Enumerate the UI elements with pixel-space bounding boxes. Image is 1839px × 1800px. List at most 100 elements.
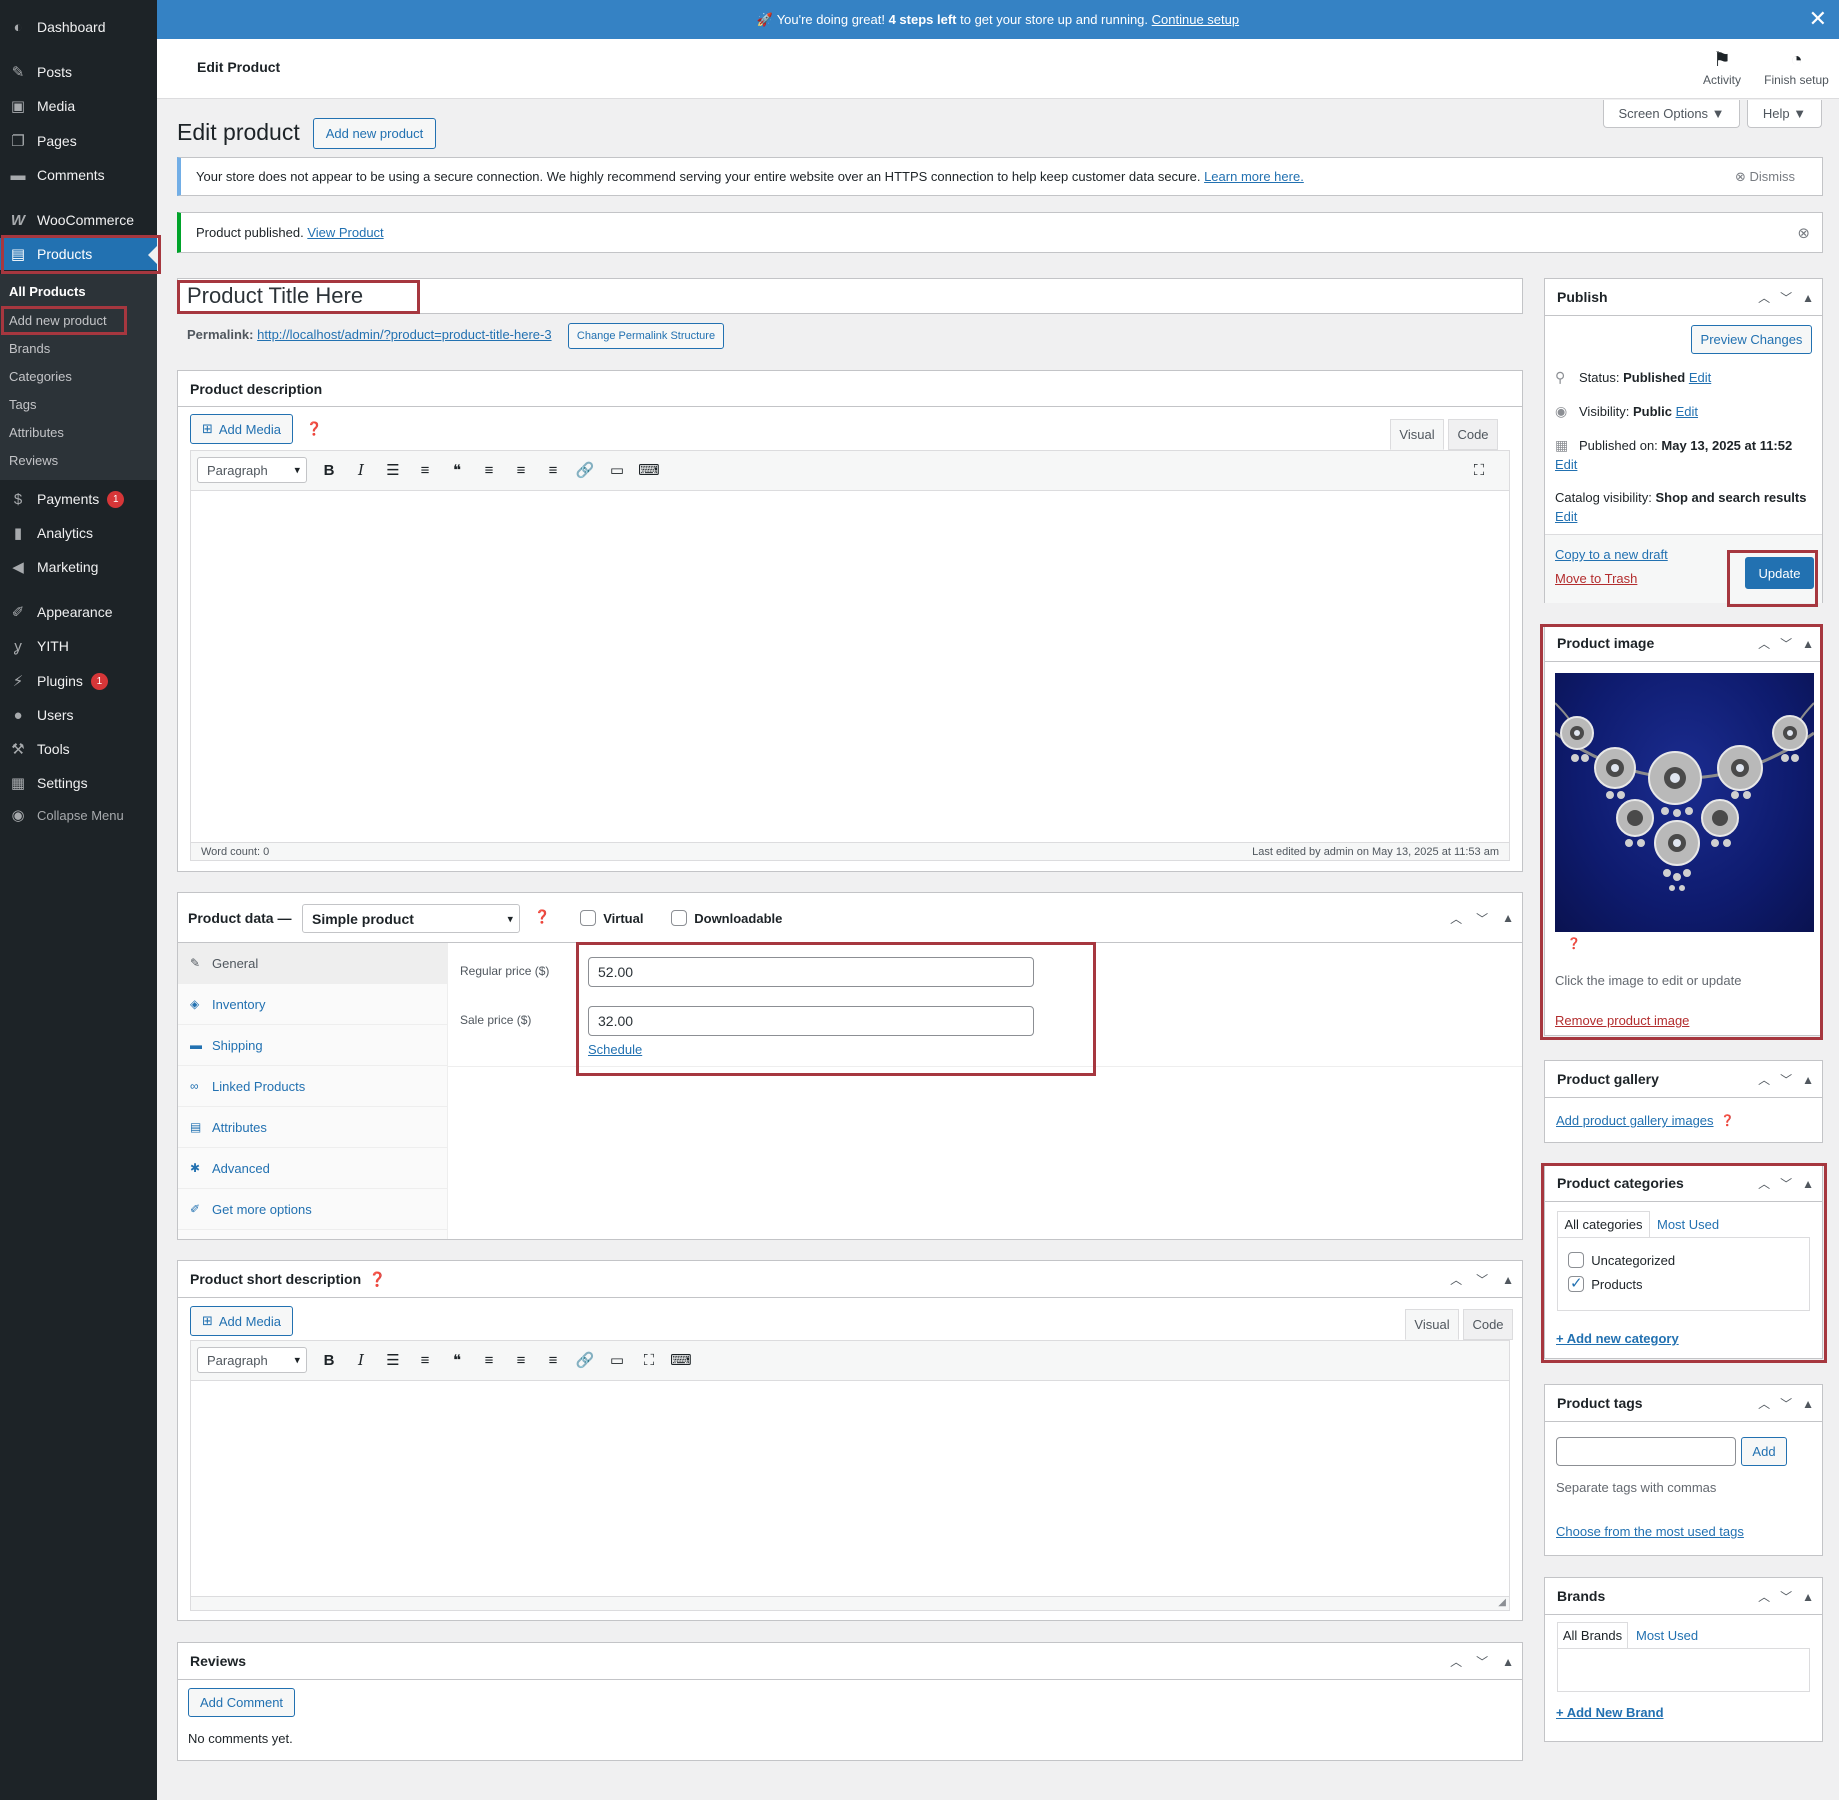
move-up-icon[interactable]: ︿ xyxy=(1758,635,1770,652)
toggle-icon[interactable]: ▲ xyxy=(1802,1177,1814,1191)
edit-status-link[interactable]: Edit xyxy=(1689,370,1711,385)
submenu-brands[interactable]: Brands xyxy=(9,341,50,356)
virtual-check[interactable] xyxy=(580,910,596,926)
menu-yith[interactable]: ỿ YITH xyxy=(0,630,157,662)
choose-tags-link[interactable]: Choose from the most used tags xyxy=(1556,1524,1744,1539)
regular-price-input[interactable]: 52.00 xyxy=(588,957,1034,987)
tab-get-more-options[interactable]: ✐ Get more options xyxy=(178,1189,447,1230)
menu-payments[interactable]: $ Payments 1 xyxy=(0,483,157,515)
bullet-list-icon[interactable]: ☰ xyxy=(377,1346,409,1374)
downloadable-checkbox[interactable]: Downloadable xyxy=(671,910,782,926)
fullscreen-icon[interactable]: ⛶ xyxy=(1463,456,1495,484)
blockquote-icon[interactable]: ❝ xyxy=(441,1346,473,1374)
view-product-link[interactable]: View Product xyxy=(307,225,383,240)
toolbar-toggle-icon[interactable]: ⌨ xyxy=(665,1346,697,1374)
bold-icon[interactable]: B xyxy=(313,1346,345,1374)
screen-options-button[interactable]: Screen Options ▼ xyxy=(1603,100,1740,128)
category-uncategorized[interactable]: Uncategorized xyxy=(1568,1252,1675,1268)
gallery-help-icon[interactable]: ❓ xyxy=(1721,1114,1735,1127)
toolbar-toggle-icon[interactable]: ⌨ xyxy=(633,456,665,484)
toggle-icon[interactable]: ▲ xyxy=(1802,1073,1814,1087)
product-title-input[interactable]: Product Title Here xyxy=(177,278,1523,314)
add-media-button[interactable]: ⊞ Add Media xyxy=(190,414,293,444)
tab-all-categories[interactable]: All categories xyxy=(1557,1211,1650,1238)
toggle-icon[interactable]: ▲ xyxy=(1502,1655,1514,1669)
read-more-icon[interactable]: ▭ xyxy=(601,456,633,484)
link-icon[interactable]: 🔗 xyxy=(569,456,601,484)
submenu-add-new-product[interactable]: Add new product xyxy=(9,313,107,328)
menu-plugins[interactable]: ⚡ Plugins 1 xyxy=(0,665,157,697)
short-code-tab[interactable]: Code xyxy=(1463,1309,1513,1340)
italic-icon[interactable]: I xyxy=(345,1346,377,1374)
move-down-icon[interactable]: ﹀ xyxy=(1780,1588,1792,1605)
menu-products[interactable]: ▤ Products xyxy=(0,238,157,270)
menu-comments[interactable]: ▬ Comments xyxy=(0,159,157,191)
tab-advanced[interactable]: ✱ Advanced xyxy=(178,1148,447,1189)
add-comment-button[interactable]: Add Comment xyxy=(188,1688,295,1717)
menu-collapse[interactable]: ◉ Collapse Menu xyxy=(0,799,157,831)
submenu-attributes[interactable]: Attributes xyxy=(9,425,64,440)
move-down-icon[interactable]: ﹀ xyxy=(1780,1395,1792,1412)
toggle-icon[interactable]: ▲ xyxy=(1802,1397,1814,1411)
remove-image-link[interactable]: Remove product image xyxy=(1555,1013,1689,1028)
move-down-icon[interactable]: ﹀ xyxy=(1780,635,1792,652)
category-products[interactable]: Products xyxy=(1568,1274,1643,1292)
short-visual-tab[interactable]: Visual xyxy=(1405,1309,1459,1340)
menu-appearance[interactable]: ✐ Appearance xyxy=(0,596,157,628)
tab-most-used-categories[interactable]: Most Used xyxy=(1657,1217,1719,1232)
blockquote-icon[interactable]: ❝ xyxy=(441,456,473,484)
toggle-icon[interactable]: ▲ xyxy=(1802,1590,1814,1604)
schedule-link[interactable]: Schedule xyxy=(588,1042,642,1057)
move-down-icon[interactable]: ﹀ xyxy=(1476,1271,1488,1288)
add-new-category-link[interactable]: + Add new category xyxy=(1556,1331,1679,1346)
help-icon[interactable]: ❓ xyxy=(306,421,322,437)
tab-shipping[interactable]: ▬ Shipping xyxy=(178,1025,447,1066)
menu-dashboard[interactable]: ◐ Dashboard xyxy=(0,11,157,43)
product-type-help-icon[interactable]: ❓ xyxy=(534,909,550,925)
product-type-select[interactable]: Simple product xyxy=(302,904,520,933)
edit-visibility-link[interactable]: Edit xyxy=(1676,404,1698,419)
visual-tab[interactable]: Visual xyxy=(1390,419,1444,450)
move-up-icon[interactable]: ︿ xyxy=(1758,1588,1770,1605)
toggle-icon[interactable]: ▲ xyxy=(1802,637,1814,651)
link-icon[interactable]: 🔗 xyxy=(569,1346,601,1374)
move-up-icon[interactable]: ︿ xyxy=(1450,1271,1462,1288)
resize-handle-icon[interactable]: ◢ xyxy=(1498,1597,1506,1608)
uncategorized-checkbox[interactable] xyxy=(1568,1252,1584,1268)
code-tab[interactable]: Code xyxy=(1448,419,1498,450)
align-right-icon[interactable]: ≡ xyxy=(537,456,569,484)
permalink-url[interactable]: http://localhost/admin/?product=product-… xyxy=(257,327,551,342)
menu-marketing[interactable]: ◀ Marketing xyxy=(0,551,157,583)
update-button[interactable]: Update xyxy=(1745,557,1814,589)
move-down-icon[interactable]: ﹀ xyxy=(1780,1071,1792,1088)
menu-posts[interactable]: ✎ Posts xyxy=(0,56,157,88)
read-more-icon[interactable]: ▭ xyxy=(601,1346,633,1374)
menu-users[interactable]: ● Users xyxy=(0,699,157,731)
dismiss-notice-icon[interactable]: ⊗ xyxy=(1797,224,1810,242)
short-desc-help-icon[interactable]: ❓ xyxy=(369,1271,386,1288)
align-left-icon[interactable]: ≡ xyxy=(473,1346,505,1374)
products-checkbox[interactable] xyxy=(1568,1274,1584,1292)
menu-analytics[interactable]: ▮ Analytics xyxy=(0,517,157,549)
copy-draft-link[interactable]: Copy to a new draft xyxy=(1555,547,1668,562)
edit-date-link[interactable]: Edit xyxy=(1555,457,1577,472)
edit-catalog-link[interactable]: Edit xyxy=(1555,509,1577,524)
menu-tools[interactable]: ⚒ Tools xyxy=(0,733,157,765)
tab-attributes[interactable]: ▤ Attributes xyxy=(178,1107,447,1148)
italic-icon[interactable]: I xyxy=(345,456,377,484)
learn-more-link[interactable]: Learn more here. xyxy=(1204,169,1304,184)
change-permalink-button[interactable]: Change Permalink Structure xyxy=(568,323,724,349)
dismiss-button[interactable]: ⊗ Dismiss xyxy=(1735,169,1795,185)
short-format-select[interactable]: Paragraph xyxy=(197,1347,307,1373)
menu-pages[interactable]: ❐ Pages xyxy=(0,125,157,157)
tab-inventory[interactable]: ◈ Inventory xyxy=(178,984,447,1025)
submenu-reviews[interactable]: Reviews xyxy=(9,453,58,468)
finish-setup-button[interactable]: ◔ Finish setup xyxy=(1759,47,1834,87)
align-center-icon[interactable]: ≡ xyxy=(505,456,537,484)
submenu-all-products[interactable]: All Products xyxy=(9,284,86,299)
move-down-icon[interactable]: ﹀ xyxy=(1780,1175,1792,1192)
continue-setup-link[interactable]: Continue setup xyxy=(1152,12,1239,27)
sale-price-input[interactable]: 32.00 xyxy=(588,1006,1034,1036)
toggle-icon[interactable]: ▲ xyxy=(1802,291,1814,305)
align-center-icon[interactable]: ≡ xyxy=(505,1346,537,1374)
